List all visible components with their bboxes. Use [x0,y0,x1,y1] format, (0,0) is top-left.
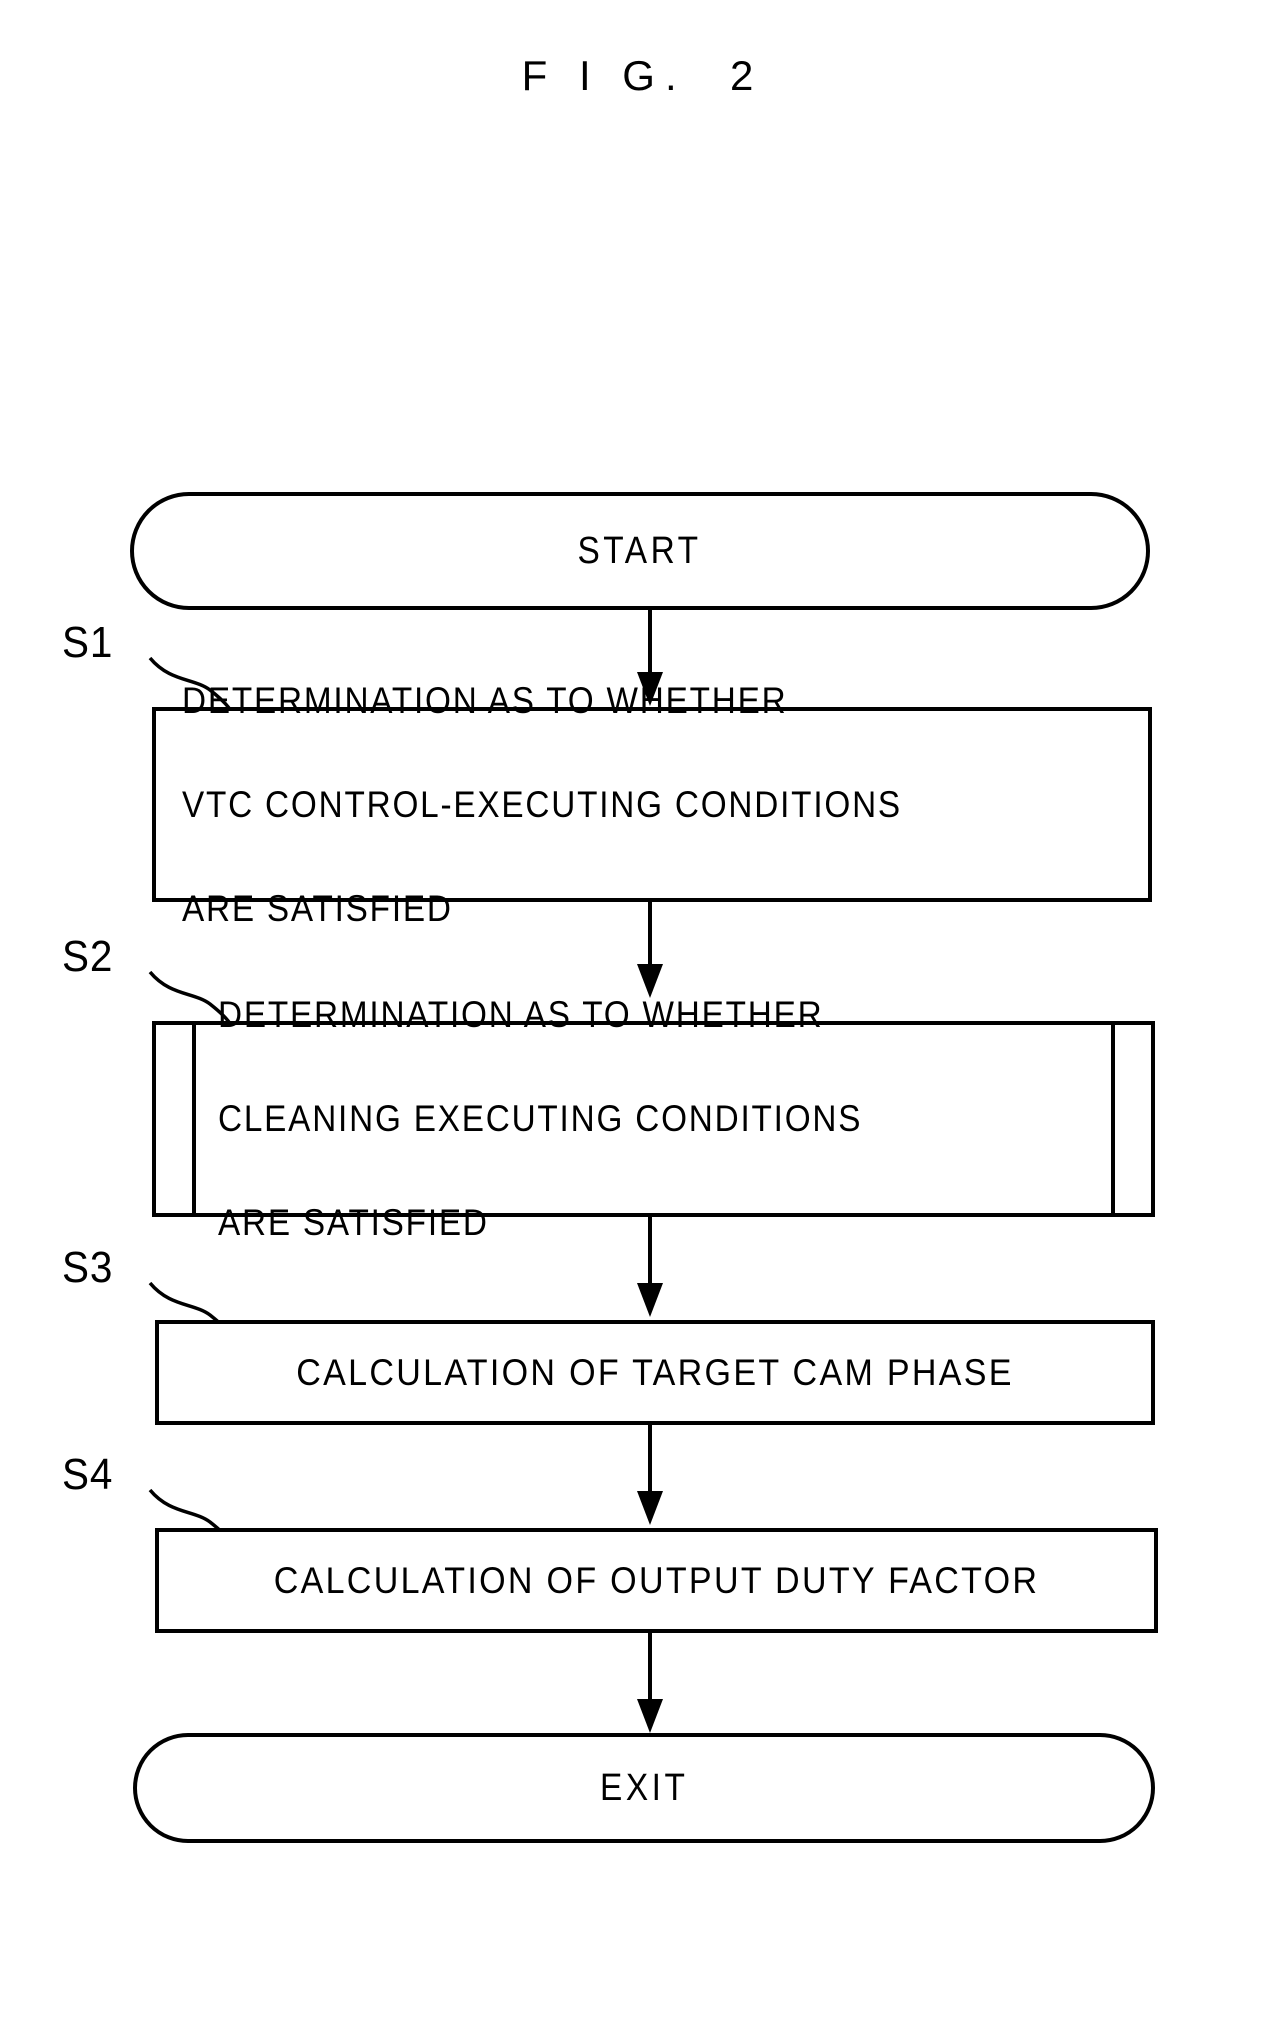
flow-node-exit-label: EXIT [599,1766,689,1809]
flow-node-s2-text: DETERMINATION AS TO WHETHER CLEANING EXE… [218,937,1095,1301]
flow-node-s1: DETERMINATION AS TO WHETHER VTC CONTROL-… [152,680,1152,929]
step-label-s1: S1 [62,618,114,667]
connector-s4-to-exit [648,1633,652,1699]
flow-node-s4-line-1: CALCULATION OF OUTPUT DUTY FACTOR [273,1559,1040,1601]
predefined-process-bar-left [192,1021,196,1217]
flow-node-s2-line-1: DETERMINATION AS TO WHETHER [218,994,824,1035]
predefined-process-bar-right [1111,1021,1115,1217]
flow-node-s4: CALCULATION OF OUTPUT DUTY FACTOR [155,1528,1158,1633]
flow-node-s1-line-2: VTC CONTROL-EXECUTING CONDITIONS [182,783,902,825]
figure-title: F I G. 2 [521,52,764,99]
flow-node-s4-text: CALCULATION OF OUTPUT DUTY FACTOR [159,1503,1154,1659]
connector-s2-to-s3 [648,1217,652,1283]
step-label-s3: S3 [62,1243,114,1292]
flow-node-s3-text: CALCULATION OF TARGET CAM PHASE [159,1295,1151,1451]
connector-s3-to-s4 [648,1425,652,1491]
flow-node-s1-line-3: ARE SATISFIED [182,887,453,929]
flow-node-s2-line-2: CLEANING EXECUTING CONDITIONS [218,1098,863,1139]
flow-node-s3: CALCULATION OF TARGET CAM PHASE [155,1320,1155,1425]
flow-node-s2-line-3: ARE SATISFIED [218,1202,489,1243]
flow-node-s1-line-1: DETERMINATION AS TO WHETHER [182,679,788,721]
flow-node-start: START [130,492,1150,610]
step-label-s4: S4 [62,1450,114,1499]
flow-node-start-label: START [577,529,703,572]
flow-node-s1-text: DETERMINATION AS TO WHETHER VTC CONTROL-… [182,623,1134,987]
step-label-s2: S2 [62,932,114,981]
flow-node-s2: DETERMINATION AS TO WHETHER CLEANING EXE… [152,994,1155,1243]
arrowhead-s4-to-exit [637,1699,663,1733]
figure-page: F I G. 2 START S1 DETERMINATION AS TO WH… [0,0,1285,2017]
flow-node-s3-line-1: CALCULATION OF TARGET CAM PHASE [296,1351,1014,1393]
flow-node-exit: EXIT [133,1733,1155,1843]
